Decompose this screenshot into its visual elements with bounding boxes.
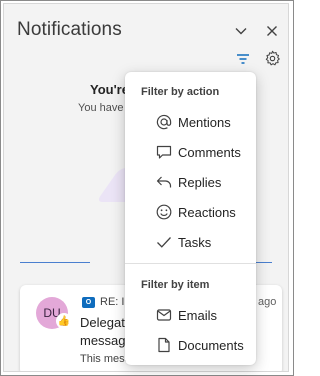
collapse-button[interactable] — [231, 21, 251, 41]
menu-item-label: Replies — [178, 174, 222, 190]
empty-state-subtitle: You have — [78, 102, 124, 114]
filter-icon — [237, 54, 249, 64]
close-icon — [267, 26, 277, 36]
menu-item-label: Reactions — [178, 204, 236, 220]
chevron-down-icon — [235, 28, 247, 35]
menu-item-label: Mentions — [178, 114, 231, 130]
notification-age: ago — [258, 296, 277, 308]
menu-item-reactions[interactable]: Reactions — [125, 199, 256, 225]
comment-icon — [155, 143, 173, 161]
menu-item-label: Comments — [178, 144, 241, 160]
filter-by-action-heading: Filter by action — [141, 86, 220, 98]
outlook-icon: O — [82, 297, 95, 308]
filter-menu: Filter by action Mentions Comments Repli… — [125, 72, 256, 365]
menu-item-label: Emails — [178, 307, 218, 323]
reply-icon — [155, 173, 173, 191]
smile-icon — [155, 203, 173, 221]
checkmark-icon — [155, 233, 173, 251]
settings-button[interactable] — [262, 48, 282, 68]
reaction-badge: 👍 — [56, 313, 72, 329]
filter-button[interactable] — [233, 49, 253, 69]
menu-item-emails[interactable]: Emails — [125, 302, 256, 328]
menu-item-comments[interactable]: Comments — [125, 139, 256, 165]
gear-icon — [265, 50, 280, 65]
menu-item-label: Tasks — [178, 234, 212, 250]
menu-item-label: Documents — [178, 337, 244, 353]
close-button[interactable] — [262, 21, 282, 41]
menu-item-documents[interactable]: Documents — [125, 332, 256, 358]
notification-preview: This mess — [80, 353, 131, 365]
at-sign-icon — [155, 113, 173, 131]
menu-divider — [125, 263, 256, 264]
mail-icon — [155, 306, 173, 324]
empty-state-title: You're — [90, 82, 129, 97]
separator-line — [20, 262, 90, 263]
filter-by-item-heading: Filter by item — [141, 279, 210, 291]
menu-item-mentions[interactable]: Mentions — [125, 109, 256, 135]
pane-title: Notifications — [17, 19, 122, 40]
menu-item-tasks[interactable]: Tasks — [125, 229, 256, 255]
menu-item-replies[interactable]: Replies — [125, 169, 256, 195]
document-icon — [155, 336, 173, 354]
